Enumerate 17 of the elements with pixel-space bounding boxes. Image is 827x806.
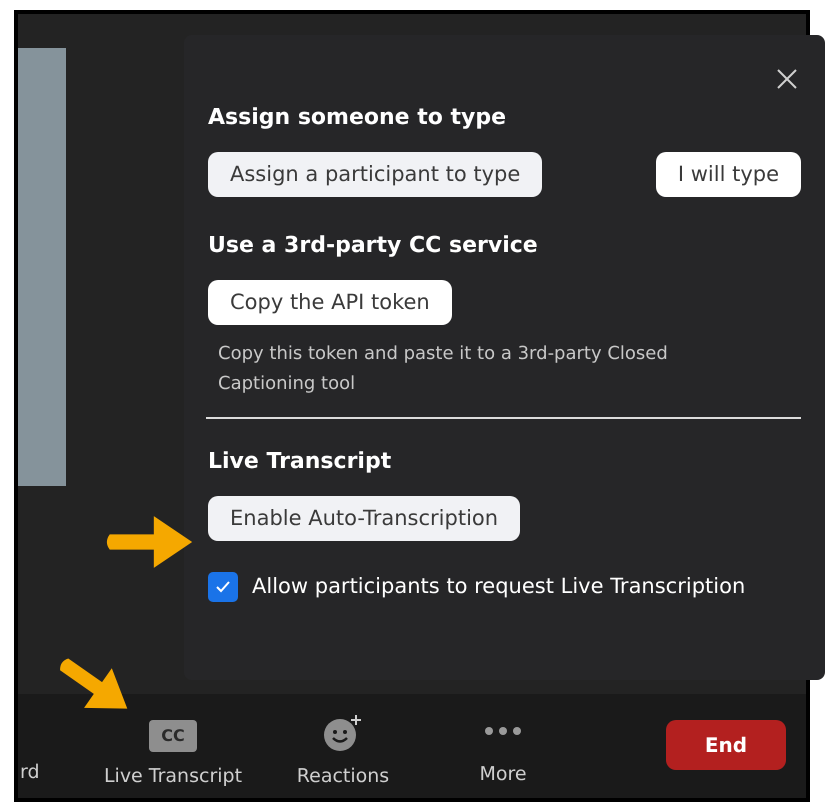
- section-heading: Live Transcript: [208, 448, 392, 476]
- checkbox[interactable]: [208, 572, 238, 602]
- option-button[interactable]: Enable Auto-Transcription: [208, 496, 520, 541]
- section-heading: Assign someone to type: [208, 104, 508, 132]
- toolbar-button[interactable]: More: [418, 698, 588, 790]
- checkbox-label: Allow participants to request Live Transcription: [252, 573, 746, 600]
- option-button[interactable]: I will type: [656, 152, 801, 197]
- more-icon: [483, 726, 523, 736]
- option-button[interactable]: Assign a participant to type: [208, 152, 542, 197]
- section-heading: Use a 3rd-party CC service: [208, 232, 539, 260]
- toolbar-button[interactable]: Reactions: [268, 698, 418, 790]
- option-button[interactable]: Copy the API token: [208, 280, 452, 325]
- description-text: Copy this token and paste it to a 3rd-party Closed Captioning tool: [217, 342, 669, 396]
- smiley-plus-icon: [323, 714, 363, 752]
- end-button[interactable]: End: [666, 720, 786, 770]
- toolbar-label: rd: [19, 760, 41, 784]
- cc-icon: CC: [149, 720, 197, 752]
